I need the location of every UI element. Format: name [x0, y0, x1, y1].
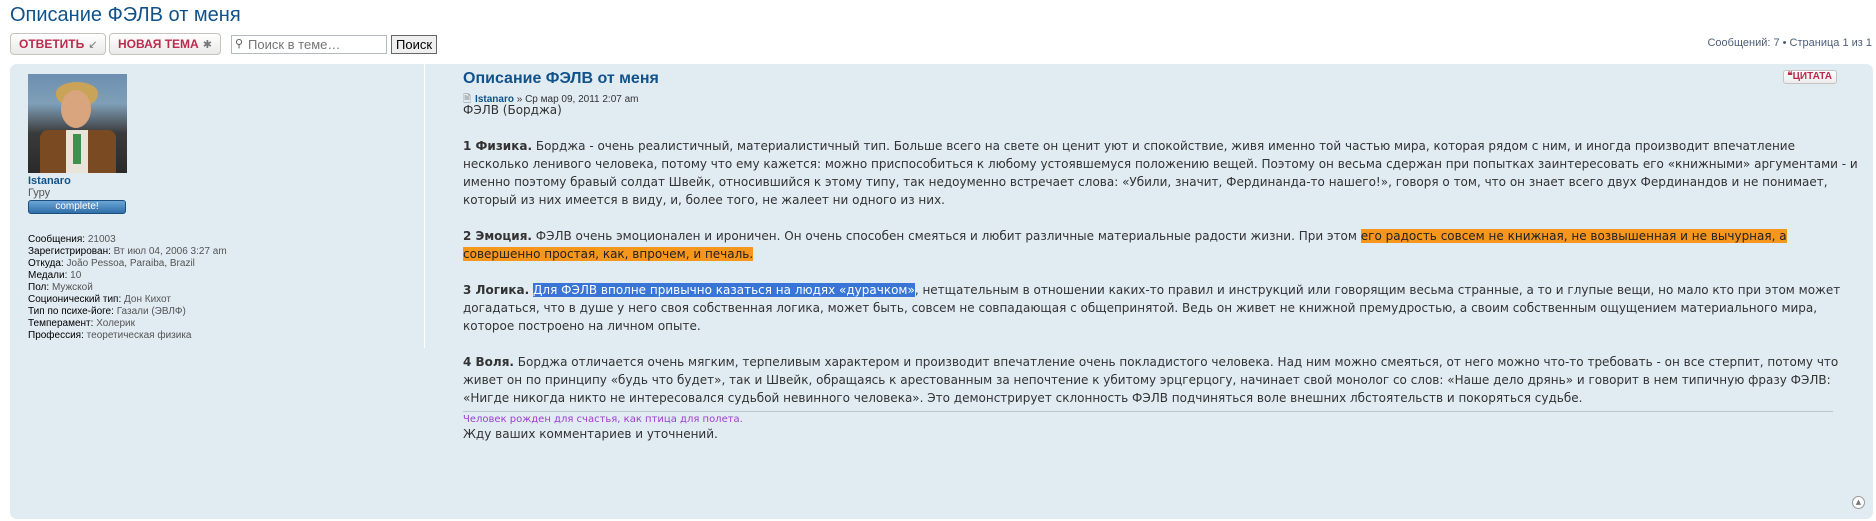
paragraph-text: Борджа отличается очень мягким, терпелив… — [463, 355, 1839, 405]
profile-row: Тип по психе-йоге: Газали (ЭВЛФ) — [28, 306, 227, 318]
profile-label: Медали: — [28, 270, 68, 281]
profile-value: Мужской — [51, 282, 93, 293]
reply-button-label: ОТВЕТИТЬ — [19, 37, 85, 51]
profile-row: Откуда: João Pessoa, Paraiba, Brazil — [28, 258, 227, 270]
author-rank: Гуру — [28, 187, 51, 199]
profile-value: Дон Кихот — [124, 294, 171, 305]
new-topic-button-label: НОВАЯ ТЕМА — [118, 37, 199, 51]
signature-divider — [463, 411, 1833, 412]
author-name-link[interactable]: Istanaro — [28, 175, 71, 187]
profile-value: Газали (ЭВЛФ) — [116, 306, 186, 317]
profile-row: Пол: Мужской — [28, 282, 227, 294]
post-intro: ФЭЛВ (Борджа) — [463, 103, 562, 117]
paragraph-heading: 2 Эмоция. — [463, 229, 532, 243]
author-profile: Сообщения: 21003 Зарегистрирован: Вт июл… — [28, 234, 227, 342]
profile-label: Тип по психе-йоге: — [28, 306, 114, 317]
post-paragraph: 1 Физика. Борджа - очень реалистичный, м… — [463, 137, 1863, 209]
profile-value: 21003 — [87, 234, 116, 245]
profile-value: теоретическая физика — [86, 330, 192, 341]
profile-label: Темперамент: — [28, 318, 94, 329]
pagination-info: Сообщений: 7 • Страница 1 из 1 — [1707, 37, 1872, 49]
profile-row: Зарегистрирован: Вт июл 04, 2006 3:27 am — [28, 246, 227, 258]
post-paragraph: 2 Эмоция. ФЭЛВ очень эмоционален и ирони… — [463, 227, 1863, 263]
search-box: ⚲ — [231, 35, 387, 54]
search-input[interactable] — [248, 37, 382, 52]
paragraph-text: ФЭЛВ очень эмоционален и ироничен. Он оч… — [531, 229, 1361, 243]
post-paragraph: 4 Воля. Борджа отличается очень мягким, … — [463, 353, 1863, 407]
profile-value: Холерик — [96, 318, 136, 329]
search-icon: ⚲ — [235, 37, 244, 50]
quote-button-label: ЦИТАТА — [1792, 71, 1832, 82]
search-button[interactable]: Поиск — [391, 35, 438, 54]
rank-badge: complete! — [28, 200, 126, 214]
new-topic-button[interactable]: НОВАЯ ТЕМА ✱ — [109, 33, 221, 55]
post-closing: Жду ваших комментариев и уточнений. — [463, 427, 718, 441]
profile-label: Откуда: — [28, 258, 64, 269]
action-bar: ОТВЕТИТЬ↙ НОВАЯ ТЕМА✱ ⚲ Поиск Сообщений:… — [10, 33, 1872, 57]
profile-label: Пол: — [28, 282, 50, 293]
quote-button[interactable]: ❝ЦИТАТА — [1783, 70, 1837, 84]
profile-value: 10 — [70, 270, 82, 281]
post-content: ФЭЛВ (Борджа) 1 Физика. Борджа - очень р… — [463, 101, 1863, 443]
profile-row: Соционический тип: Дон Кихот — [28, 294, 227, 306]
profile-value: João Pessoa, Paraiba, Brazil — [66, 258, 195, 269]
profile-value: Вт июл 04, 2006 3:27 am — [113, 246, 227, 257]
new-topic-star-icon: ✱ — [202, 39, 212, 51]
profile-row: Темперамент: Холерик — [28, 318, 227, 330]
signature: Человек рожден для счастья, как птица дл… — [463, 414, 743, 425]
postprofile-divider — [424, 64, 425, 348]
post-paragraph: 3 Логика. Для ФЭЛВ вполне привычно казат… — [463, 281, 1863, 335]
profile-label: Профессия: — [28, 330, 84, 341]
selected-text: Для ФЭЛВ вполне привычно казаться на люд… — [533, 283, 915, 297]
paragraph-heading: 3 Логика. — [463, 283, 530, 297]
profile-row: Профессия: теоретическая физика — [28, 330, 227, 342]
profile-row: Медали: 10 — [28, 270, 227, 282]
profile-label: Зарегистрирован: — [28, 246, 111, 257]
paragraph-heading: 4 Воля. — [463, 355, 514, 369]
paragraph-heading: 1 Физика. — [463, 139, 533, 153]
topic-title[interactable]: Описание ФЭЛВ от меня — [10, 4, 241, 27]
back-to-top-icon[interactable]: ▲ — [1852, 496, 1865, 509]
profile-label: Соционический тип: — [28, 294, 122, 305]
avatar[interactable] — [28, 74, 127, 173]
profile-row: Сообщения: 21003 — [28, 234, 227, 246]
paragraph-text: Борджа - очень реалистичный, материалист… — [463, 139, 1858, 207]
profile-label: Сообщения: — [28, 234, 86, 245]
reply-arrow-icon: ↙ — [88, 39, 98, 51]
post-title-link[interactable]: Описание ФЭЛВ от меня — [463, 70, 659, 88]
reply-button[interactable]: ОТВЕТИТЬ ↙ — [10, 33, 107, 55]
post: Istanaro Гуру complete! Сообщения: 21003… — [10, 64, 1873, 519]
